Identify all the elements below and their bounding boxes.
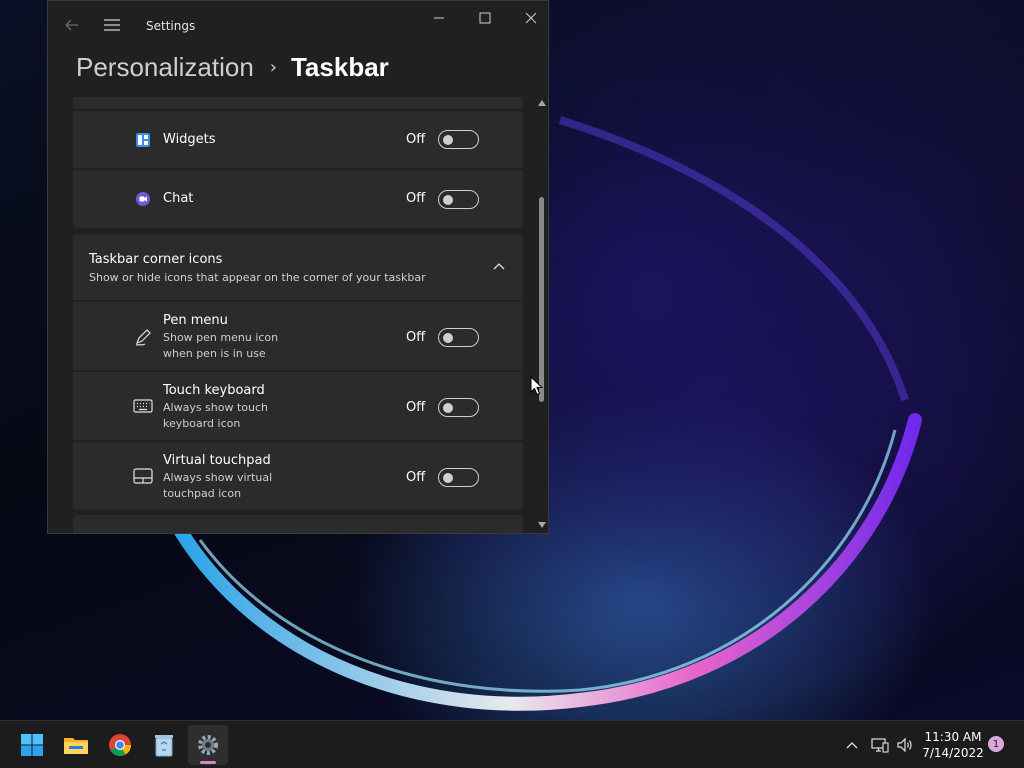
widgets-setting-row: Widgets Off: [73, 111, 523, 168]
toggle-knob: [443, 194, 453, 205]
scroll-down-arrow-icon[interactable]: [538, 522, 546, 528]
speaker-icon: [897, 737, 912, 753]
pen-menu-state: Off: [406, 330, 426, 345]
network-button[interactable]: [868, 721, 892, 768]
touchpad-icon: [133, 466, 153, 486]
pen-menu-setting-row: Pen menu Show pen menu icon when pen is …: [73, 302, 523, 370]
widgets-state: Off: [406, 132, 426, 147]
widgets-icon: [133, 130, 153, 150]
virtual-touchpad-description: Always show virtual touchpad icon: [163, 471, 273, 500]
file-explorer-button[interactable]: [56, 725, 96, 765]
back-button[interactable]: [60, 13, 84, 37]
network-icon: [871, 738, 889, 753]
notification-badge[interactable]: 1: [988, 736, 1004, 752]
settings-icon: [198, 735, 218, 755]
settings-content[interactable]: Widgets Off Chat Off Taskbar corner icon…: [48, 97, 548, 533]
settings-taskbar-button[interactable]: [188, 725, 228, 765]
active-app-indicator: [200, 761, 216, 764]
clock[interactable]: 11:30 AM 7/14/2022: [920, 729, 986, 761]
chat-toggle[interactable]: [438, 190, 479, 209]
chat-state: Off: [406, 191, 426, 206]
touch-keyboard-toggle[interactable]: [438, 398, 479, 417]
breadcrumb: Personalization › Taskbar: [76, 49, 389, 85]
group-subtitle: Show or hide icons that appear on the co…: [89, 271, 426, 284]
pen-menu-toggle[interactable]: [438, 328, 479, 347]
touch-keyboard-description: Always show touch keyboard icon: [163, 401, 269, 430]
next-setting-card: [73, 515, 523, 533]
hamburger-icon: [104, 19, 120, 31]
mouse-cursor-icon: [530, 376, 544, 396]
widgets-label: Widgets: [163, 132, 216, 147]
scroll-up-arrow-icon[interactable]: [538, 100, 546, 106]
taskbar: 11:30 AM 7/14/2022: [0, 720, 1024, 768]
chrome-button[interactable]: [100, 725, 140, 765]
chevron-right-icon: ›: [269, 56, 277, 78]
volume-button[interactable]: [893, 721, 917, 768]
recycle-bin-icon: [155, 735, 173, 757]
close-icon: [525, 12, 537, 24]
recycle-bin-button[interactable]: [144, 725, 184, 765]
chrome-icon: [109, 734, 131, 756]
minimize-button[interactable]: [416, 1, 462, 35]
show-hidden-icons-button[interactable]: [840, 721, 864, 768]
clock-date: 7/14/2022: [922, 746, 984, 760]
minimize-icon: [434, 17, 444, 19]
start-button[interactable]: [12, 725, 52, 765]
toggle-knob: [443, 332, 453, 343]
chat-setting-row: Chat Off: [73, 170, 523, 228]
breadcrumb-personalization[interactable]: Personalization: [76, 52, 254, 83]
keyboard-icon: [133, 396, 153, 416]
chat-label: Chat: [163, 191, 194, 206]
pen-menu-label: Pen menu: [163, 313, 228, 328]
touch-keyboard-label: Touch keyboard: [163, 383, 265, 398]
page-title: Taskbar: [290, 51, 389, 82]
maximize-button[interactable]: [462, 1, 508, 35]
chat-icon: [133, 189, 153, 209]
scrollbar-thumb[interactable]: [539, 197, 544, 402]
virtual-touchpad-setting-row: Virtual touchpad Always show virtual tou…: [73, 442, 523, 510]
toggle-knob: [443, 472, 453, 483]
touch-keyboard-setting-row: Touch keyboard Always show touch keyboar…: [73, 372, 523, 440]
vertical-scrollbar[interactable]: [536, 97, 548, 533]
title-bar[interactable]: Settings: [48, 1, 548, 47]
file-explorer-icon: [64, 738, 88, 754]
start-icon: [21, 734, 43, 756]
virtual-touchpad-toggle[interactable]: [438, 468, 479, 487]
touch-keyboard-state: Off: [406, 400, 426, 415]
settings-window: Settings Personalization › Taskbar Widge…: [47, 0, 549, 534]
maximize-icon: [479, 12, 491, 24]
virtual-touchpad-state: Off: [406, 470, 426, 485]
clock-time: 11:30 AM: [924, 730, 982, 744]
pen-menu-description: Show pen menu icon when pen is in use: [163, 331, 279, 360]
previous-setting-card: [73, 97, 523, 110]
virtual-touchpad-label: Virtual touchpad: [163, 453, 271, 468]
widgets-toggle[interactable]: [438, 130, 479, 149]
taskbar-corner-icons-header[interactable]: Taskbar corner icons Show or hide icons …: [73, 234, 523, 300]
chevron-up-icon: [846, 742, 858, 749]
toggle-knob: [443, 402, 453, 413]
toggle-knob: [443, 134, 453, 145]
back-arrow-icon: [65, 19, 78, 31]
close-button[interactable]: [508, 1, 548, 35]
chevron-up-icon[interactable]: [489, 258, 509, 274]
app-title: Settings: [146, 19, 196, 33]
group-title: Taskbar corner icons: [89, 252, 223, 267]
pen-icon: [133, 327, 153, 347]
navigation-menu-button[interactable]: [100, 13, 124, 37]
